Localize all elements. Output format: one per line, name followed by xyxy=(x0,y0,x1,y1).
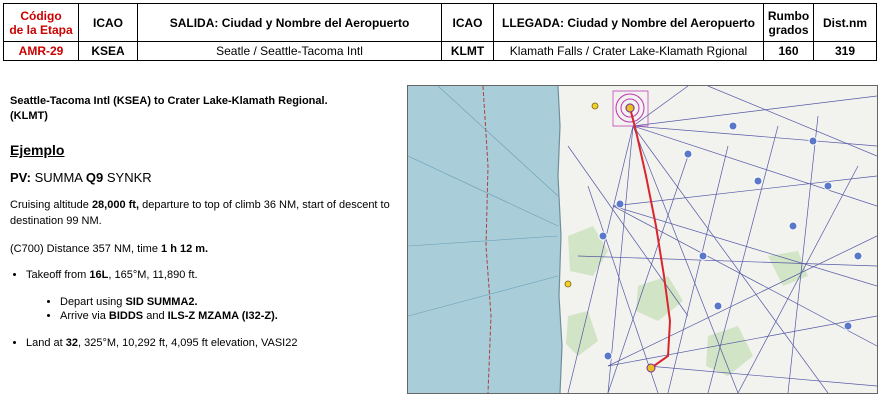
heading-header: Rumbo grados xyxy=(763,3,814,42)
list-item: Takeoff from 16L, 165°M, 11,890 ft. xyxy=(26,267,395,283)
stage-code-header: Código de la Etapa xyxy=(3,3,79,42)
landing-list: Land at 32, 325°M, 10,292 ft, 4,095 ft e… xyxy=(10,335,395,351)
arrival-cell: Klamath Falls / Crater Lake-Klamath Rgio… xyxy=(493,41,764,61)
cruise-paragraph: Cruising altitude 28,000 ft, departure t… xyxy=(10,199,390,227)
flight-leg-table: Código de la Etapa ICAO SALIDA: Ciudad y … xyxy=(3,3,877,61)
list-item: Arrive via BIDDS and ILS-Z MZAMA (I32-Z)… xyxy=(60,309,395,323)
distance-cell: 319 xyxy=(813,41,877,61)
takeoff-list: Takeoff from 16L, 165°M, 11,890 ft. xyxy=(10,267,395,283)
route-map[interactable] xyxy=(407,85,878,394)
arrival-header: LLEGADA: Ciudad y Nombre del Aeropuerto xyxy=(493,3,764,42)
table-header-row: Código de la Etapa ICAO SALIDA: Ciudad y … xyxy=(3,3,877,42)
departure-header: SALIDA: Ciudad y Nombre del Aeropuerto xyxy=(137,3,442,42)
icao-arrival-cell: KLMT xyxy=(441,41,494,61)
heading-cell: 160 xyxy=(763,41,814,61)
list-item: Depart using SID SUMMA2. xyxy=(60,295,395,309)
distance-paragraph: (C700) Distance 357 NM, time 1 h 12 m. xyxy=(10,243,209,255)
icao-departure-cell: KSEA xyxy=(78,41,138,61)
icao-arrival-header: ICAO xyxy=(441,3,494,42)
small-airport-marker xyxy=(564,280,572,288)
route-map-chart xyxy=(408,86,877,393)
route-title: Seattle-Tacoma Intl (KSEA) to Crater Lak… xyxy=(10,95,328,122)
flight-briefing: Seattle-Tacoma Intl (KSEA) to Crater Lak… xyxy=(10,94,395,351)
ocean-area xyxy=(408,86,562,393)
departure-cell: Seatle / Seattle-Tacoma Intl xyxy=(137,41,442,61)
distance-header: Dist.nm xyxy=(813,3,877,42)
departure-airport-marker xyxy=(625,103,635,113)
arrival-airport-marker xyxy=(646,363,656,373)
table-row: AMR-29 KSEA Seatle / Seattle-Tacoma Intl… xyxy=(3,41,877,61)
example-heading: Ejemplo xyxy=(10,142,65,158)
list-item: Land at 32, 325°M, 10,292 ft, 4,095 ft e… xyxy=(26,335,395,351)
small-airport-marker xyxy=(591,102,599,110)
flight-plan-route: PV: SUMMA Q9 SYNKR xyxy=(10,170,152,185)
procedure-list: Depart using SID SUMMA2. Arrive via BIDD… xyxy=(10,295,395,323)
stage-code-cell: AMR-29 xyxy=(3,41,79,61)
icao-departure-header: ICAO xyxy=(78,3,138,42)
